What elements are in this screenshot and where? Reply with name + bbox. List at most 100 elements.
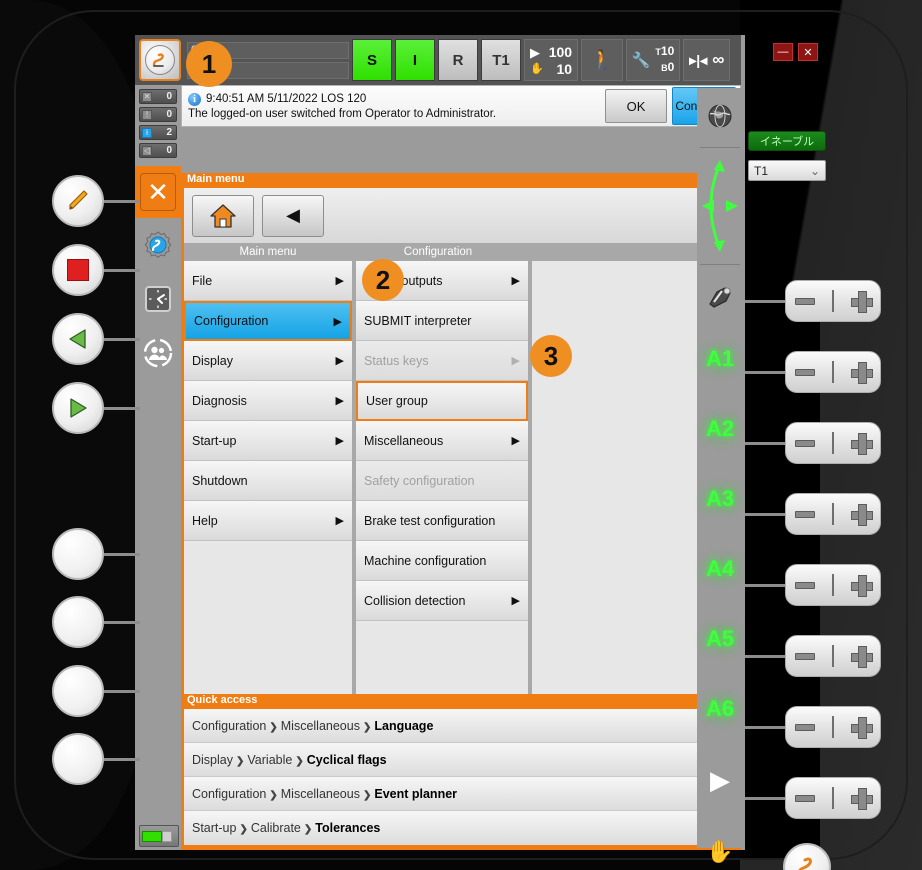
menu-item-startup[interactable]: Start-up ▶ bbox=[184, 421, 352, 461]
operating-mode-select[interactable]: T1 ⌄ bbox=[748, 160, 826, 181]
jog-rocker-7[interactable] bbox=[785, 706, 881, 748]
menu-item-configuration[interactable]: Configuration ▶ bbox=[184, 301, 352, 341]
jog-minus-icon[interactable] bbox=[794, 723, 815, 731]
jog-minus-icon[interactable] bbox=[794, 794, 815, 802]
menu-item-display[interactable]: Display ▶ bbox=[184, 341, 352, 381]
qa-path-2: Variable bbox=[247, 752, 293, 767]
quick-access-item[interactable]: Start-up❯Calibrate❯Tolerances ➞| bbox=[184, 811, 738, 845]
counter-error[interactable]: ✕ 0 bbox=[139, 89, 177, 104]
message-text-block: i 9:40:51 AM 5/11/2022 LOS 120 The logge… bbox=[182, 91, 605, 122]
operating-mode-value: T1 bbox=[754, 163, 769, 178]
back-arrow-icon: ◀ bbox=[286, 205, 300, 225]
counter-warning[interactable]: ! 0 bbox=[139, 107, 177, 122]
counter-error-value: 0 bbox=[166, 91, 172, 102]
counter-info[interactable]: i 2 bbox=[139, 125, 177, 140]
jog-rocker-a6[interactable] bbox=[785, 635, 881, 677]
menu-item-file[interactable]: File ▶ bbox=[184, 261, 352, 301]
edit-pencil-button[interactable] bbox=[52, 175, 104, 227]
status-key-s[interactable]: S bbox=[352, 39, 392, 81]
increment-indicator[interactable]: ▸|◂ ∞ bbox=[683, 39, 731, 81]
sidebar-item-user-group[interactable] bbox=[135, 326, 181, 380]
tool-base-indicator[interactable]: 🔧 T10 B0 bbox=[625, 39, 681, 81]
ok-button[interactable]: OK bbox=[605, 89, 667, 123]
menu-item-machine-configuration[interactable]: Machine configuration bbox=[356, 541, 528, 581]
status-key-r[interactable]: R bbox=[438, 39, 478, 81]
menu-item-configuration-label: Configuration bbox=[194, 314, 269, 328]
sidebar-item-clock[interactable] bbox=[135, 272, 181, 326]
jog-minus-icon[interactable] bbox=[794, 581, 815, 589]
home-button[interactable] bbox=[192, 194, 254, 237]
jog-plus-icon[interactable] bbox=[851, 291, 874, 313]
sidebar-item-program-override[interactable]: ▶ bbox=[697, 744, 743, 816]
walk-mode-indicator[interactable]: 🚶 bbox=[581, 39, 623, 81]
quick-access-item[interactable]: Display❯Variable❯Cyclical flags ➞| bbox=[184, 743, 738, 777]
enable-button[interactable]: イネーブル bbox=[748, 131, 826, 151]
sidebar-item-jog-mode[interactable] bbox=[697, 151, 743, 261]
menu-item-submit-interpreter[interactable]: SUBMIT interpreter bbox=[356, 301, 528, 341]
sidebar-item-jog-override[interactable]: ✋ bbox=[697, 816, 743, 870]
blank-button-3[interactable] bbox=[52, 665, 104, 717]
jog-rocker-a2[interactable] bbox=[785, 351, 881, 393]
sidebar-item-globe[interactable] bbox=[697, 88, 743, 144]
jog-rocker-a4[interactable] bbox=[785, 493, 881, 535]
menu-item-diagnosis[interactable]: Diagnosis ▶ bbox=[184, 381, 352, 421]
jog-rocker-a1[interactable] bbox=[785, 280, 881, 322]
qa-path-2: Miscellaneous bbox=[280, 718, 360, 733]
counter-wait[interactable]: ◁ 0 bbox=[139, 143, 177, 158]
back-button[interactable]: ◀ bbox=[262, 194, 324, 237]
status-key-t1[interactable]: T1 bbox=[481, 39, 521, 81]
program-forward-button[interactable] bbox=[52, 382, 104, 434]
user-group-icon bbox=[143, 338, 173, 368]
menu-item-miscellaneous[interactable]: Miscellaneous ▶ bbox=[356, 421, 528, 461]
rocker-divider bbox=[831, 290, 834, 312]
rocker-divider bbox=[831, 716, 834, 738]
jog-plus-icon[interactable] bbox=[851, 788, 874, 810]
jog-minus-icon[interactable] bbox=[794, 368, 815, 376]
message-body: The logged-on user switched from Operato… bbox=[188, 107, 497, 120]
chevron-right-icon: ▶ bbox=[511, 595, 520, 607]
sidebar-item-tool[interactable] bbox=[697, 268, 743, 324]
qa-path-2: Calibrate bbox=[250, 821, 301, 835]
menu-item-shutdown-label: Shutdown bbox=[192, 473, 248, 488]
quick-access-item[interactable]: Configuration❯Miscellaneous❯Language ➞| bbox=[184, 709, 738, 743]
jog-minus-icon[interactable] bbox=[794, 652, 815, 660]
stop-button[interactable] bbox=[52, 244, 104, 296]
blank-button-4[interactable] bbox=[52, 733, 104, 785]
override-indicator[interactable]: ▶ ✋ 100 10 bbox=[524, 39, 579, 81]
minimize-button[interactable]: — bbox=[773, 43, 793, 61]
jog-rocker-a3[interactable] bbox=[785, 422, 881, 464]
jog-plus-icon[interactable] bbox=[851, 717, 874, 739]
jog-minus-icon[interactable] bbox=[794, 297, 815, 305]
close-menu-button[interactable]: ✕ bbox=[135, 166, 181, 218]
jog-minus-icon[interactable] bbox=[794, 439, 815, 447]
menu-item-user-group[interactable]: User group bbox=[356, 381, 528, 421]
main-menu-button[interactable] bbox=[139, 39, 181, 81]
message-notification[interactable]: i 9:40:51 AM 5/11/2022 LOS 120 The logge… bbox=[181, 85, 741, 127]
tool-base-values: T10 B0 bbox=[655, 44, 674, 76]
jog-lead-a5 bbox=[745, 584, 785, 587]
menu-item-help[interactable]: Help ▶ bbox=[184, 501, 352, 541]
jog-rocker-a5[interactable] bbox=[785, 564, 881, 606]
menu-item-shutdown[interactable]: Shutdown bbox=[184, 461, 352, 501]
jog-plus-icon[interactable] bbox=[851, 504, 874, 526]
jog-plus-icon[interactable] bbox=[851, 362, 874, 384]
menu-nav-buttons: ◀ bbox=[184, 188, 738, 243]
jog-plus-icon[interactable] bbox=[851, 575, 874, 597]
callout-badge-3-number: 3 bbox=[543, 340, 559, 371]
menu-item-brake-test-configuration[interactable]: Brake test configuration bbox=[356, 501, 528, 541]
blank-button-2[interactable] bbox=[52, 596, 104, 648]
axis-label-a6: A6 bbox=[705, 696, 735, 721]
program-back-button[interactable] bbox=[52, 313, 104, 365]
jog-plus-icon[interactable] bbox=[851, 646, 874, 668]
jog-plus-icon[interactable] bbox=[851, 433, 874, 455]
close-window-button[interactable]: ✕ bbox=[798, 43, 818, 61]
rocker-divider bbox=[831, 361, 834, 383]
menu-item-collision-detection[interactable]: Collision detection ▶ bbox=[356, 581, 528, 621]
blank-button-1[interactable] bbox=[52, 528, 104, 580]
jog-rocker-8[interactable] bbox=[785, 777, 881, 819]
sidebar-item-robot-settings[interactable] bbox=[135, 218, 181, 272]
jog-minus-icon[interactable] bbox=[794, 510, 815, 518]
quick-access-item[interactable]: Configuration ❯ Miscellaneous ❯ Event planne… bbox=[184, 777, 738, 811]
status-key-i[interactable]: I bbox=[395, 39, 435, 81]
info-icon: i bbox=[142, 127, 152, 138]
